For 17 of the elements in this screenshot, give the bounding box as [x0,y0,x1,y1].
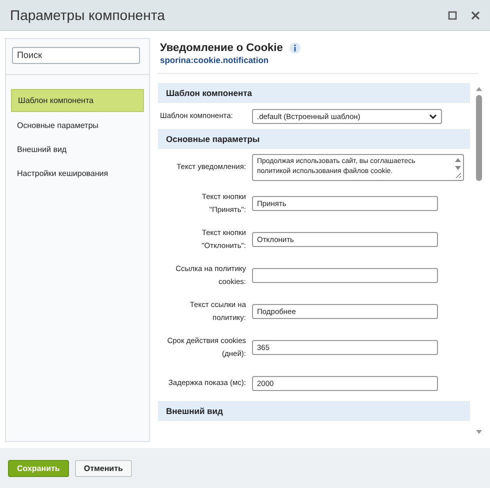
section-header: Шаблон компонента [158,83,470,103]
sidebar-item[interactable]: Внешний вид [11,138,144,160]
scroll-arrows-icon [455,156,461,178]
component-code: sporina:cookie.notification [160,55,270,65]
maximize-icon[interactable] [448,10,457,20]
window-title: Параметры компонента [10,7,166,23]
sidebar-item[interactable]: Шаблон компонента [11,88,144,112]
cancel-button[interactable]: Отменить [74,460,132,476]
component-title: Уведомление о Cookie [160,42,283,54]
chevron-icon [429,114,437,118]
section-header: Основные параметры [158,129,470,149]
info-icon[interactable] [288,42,301,54]
sidebar-item[interactable]: Настройки кеширования [11,162,144,184]
close-icon[interactable] [471,10,480,20]
search-field[interactable]: Поиск [12,46,140,64]
section-header: Внешний вид [158,401,470,421]
sidebar-item[interactable]: Основные параметры [11,114,144,136]
